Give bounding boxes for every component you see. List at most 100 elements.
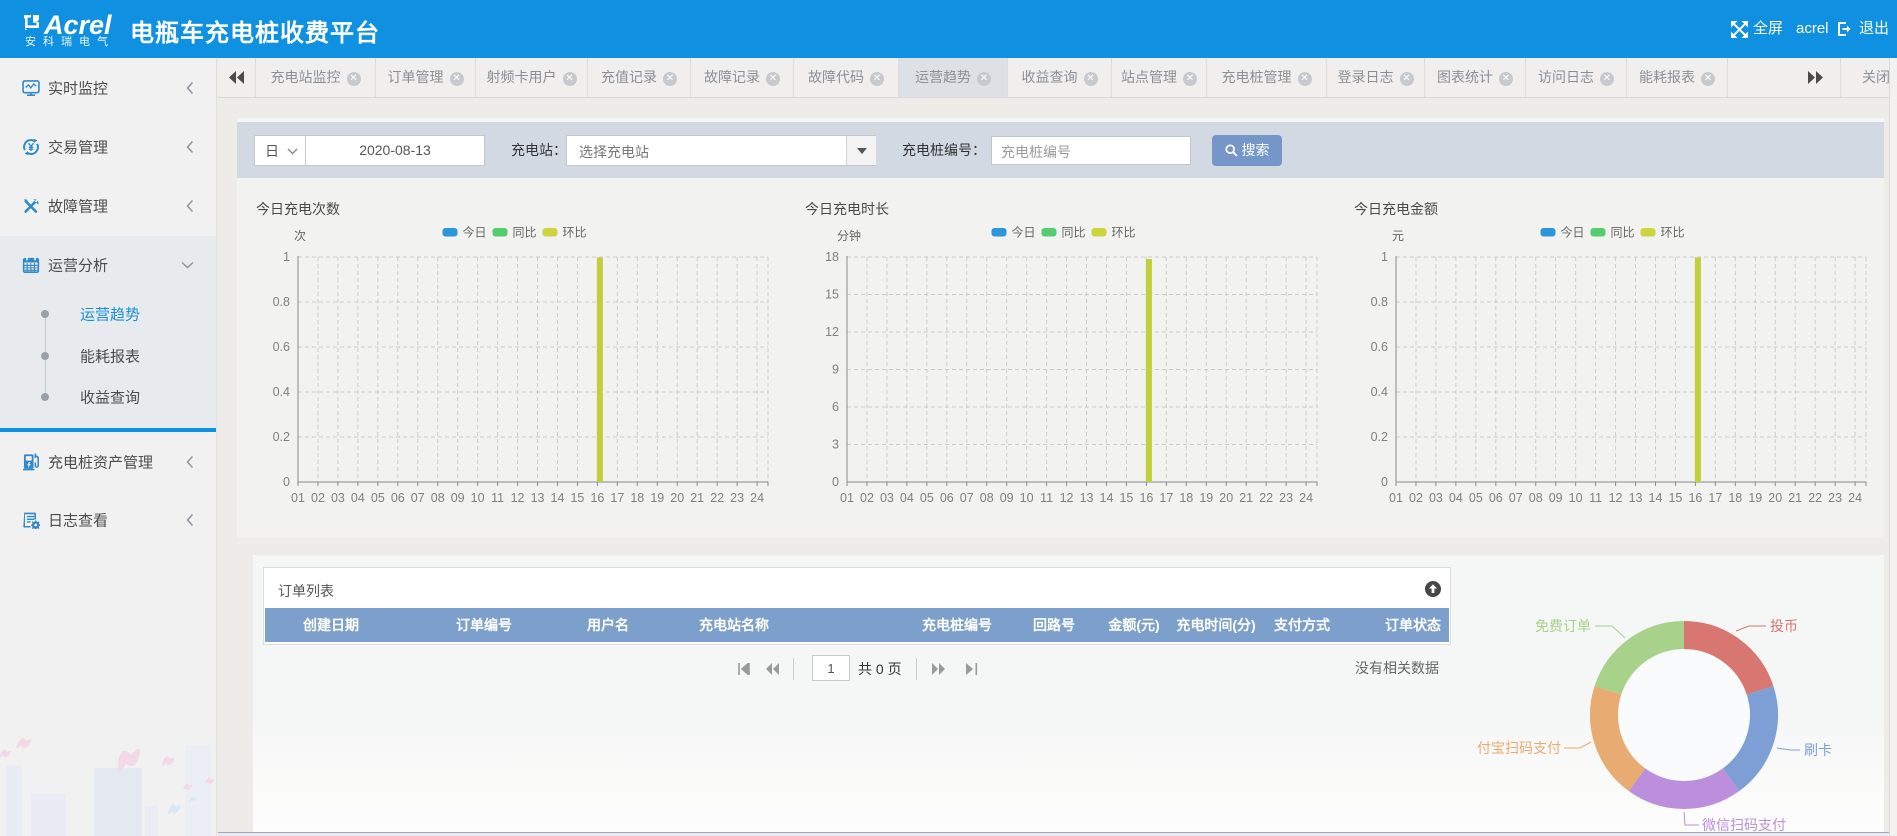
svg-text:刷卡: 刷卡 bbox=[1804, 742, 1832, 758]
svg-text:16: 16 bbox=[1688, 491, 1702, 505]
svg-text:11: 11 bbox=[1589, 491, 1602, 505]
svg-text:05: 05 bbox=[920, 491, 934, 505]
svg-text:23: 23 bbox=[1828, 491, 1842, 505]
svg-text:06: 06 bbox=[1489, 491, 1503, 505]
svg-text:08: 08 bbox=[431, 491, 445, 505]
svg-text:04: 04 bbox=[351, 491, 365, 505]
svg-text:18: 18 bbox=[630, 491, 644, 505]
svg-text:13: 13 bbox=[531, 491, 545, 505]
svg-text:次: 次 bbox=[294, 229, 306, 243]
svg-text:20: 20 bbox=[1219, 491, 1233, 505]
svg-text:同比: 同比 bbox=[1611, 226, 1635, 240]
svg-text:同比: 同比 bbox=[513, 226, 537, 240]
svg-text:21: 21 bbox=[1788, 491, 1802, 505]
svg-text:07: 07 bbox=[1509, 491, 1523, 505]
svg-text:0: 0 bbox=[283, 475, 290, 489]
svg-text:今日: 今日 bbox=[463, 225, 487, 240]
svg-text:13: 13 bbox=[1080, 491, 1094, 505]
svg-text:同比: 同比 bbox=[1062, 226, 1086, 240]
svg-text:05: 05 bbox=[371, 491, 385, 505]
svg-text:01: 01 bbox=[291, 491, 305, 505]
svg-text:微信扫码支付: 微信扫码支付 bbox=[1702, 817, 1786, 833]
svg-text:17: 17 bbox=[1708, 491, 1722, 505]
svg-text:09: 09 bbox=[1000, 491, 1014, 505]
svg-text:06: 06 bbox=[391, 491, 405, 505]
svg-text:12: 12 bbox=[511, 491, 525, 505]
svg-text:13: 13 bbox=[1629, 491, 1643, 505]
svg-text:17: 17 bbox=[1159, 491, 1173, 505]
svg-text:01: 01 bbox=[1389, 491, 1403, 505]
svg-text:21: 21 bbox=[690, 491, 704, 505]
svg-text:18: 18 bbox=[825, 250, 839, 264]
svg-text:16: 16 bbox=[590, 491, 604, 505]
svg-text:0.4: 0.4 bbox=[1371, 385, 1388, 399]
svg-text:22: 22 bbox=[1808, 491, 1822, 505]
svg-text:1: 1 bbox=[283, 250, 290, 264]
svg-text:今日充电时长: 今日充电时长 bbox=[805, 201, 889, 217]
svg-text:09: 09 bbox=[1549, 491, 1563, 505]
svg-text:环比: 环比 bbox=[1661, 226, 1685, 240]
svg-text:15: 15 bbox=[825, 288, 839, 302]
svg-text:07: 07 bbox=[411, 491, 425, 505]
svg-text:19: 19 bbox=[1748, 491, 1762, 505]
svg-text:02: 02 bbox=[311, 491, 325, 505]
svg-text:今日: 今日 bbox=[1012, 225, 1036, 240]
svg-text:01: 01 bbox=[840, 491, 854, 505]
svg-text:07: 07 bbox=[960, 491, 974, 505]
svg-text:24: 24 bbox=[1299, 491, 1313, 505]
svg-text:23: 23 bbox=[1279, 491, 1293, 505]
svg-text:付宝扫码支付: 付宝扫码支付 bbox=[1477, 740, 1561, 756]
svg-text:18: 18 bbox=[1179, 491, 1193, 505]
svg-text:22: 22 bbox=[1259, 491, 1273, 505]
svg-text:03: 03 bbox=[1429, 491, 1443, 505]
svg-text:19: 19 bbox=[1199, 491, 1213, 505]
svg-text:15: 15 bbox=[570, 491, 584, 505]
svg-text:环比: 环比 bbox=[563, 226, 587, 240]
svg-text:21: 21 bbox=[1239, 491, 1253, 505]
svg-text:10: 10 bbox=[471, 491, 485, 505]
svg-text:03: 03 bbox=[331, 491, 345, 505]
svg-text:0: 0 bbox=[832, 475, 839, 489]
svg-text:24: 24 bbox=[750, 491, 764, 505]
svg-text:0.2: 0.2 bbox=[1371, 430, 1388, 444]
svg-text:1: 1 bbox=[1381, 250, 1388, 264]
svg-text:14: 14 bbox=[1649, 491, 1663, 505]
svg-text:14: 14 bbox=[551, 491, 565, 505]
svg-text:0.6: 0.6 bbox=[1371, 340, 1388, 354]
svg-text:投币: 投币 bbox=[1770, 618, 1798, 634]
svg-text:15: 15 bbox=[1119, 491, 1133, 505]
svg-text:12: 12 bbox=[1060, 491, 1074, 505]
svg-text:0.8: 0.8 bbox=[273, 295, 290, 309]
svg-text:06: 06 bbox=[940, 491, 954, 505]
svg-text:3: 3 bbox=[832, 438, 839, 452]
svg-text:0.2: 0.2 bbox=[273, 430, 290, 444]
svg-text:0.6: 0.6 bbox=[273, 340, 290, 354]
svg-text:02: 02 bbox=[860, 491, 874, 505]
svg-text:0: 0 bbox=[1381, 475, 1388, 489]
svg-text:15: 15 bbox=[1668, 491, 1682, 505]
svg-text:18: 18 bbox=[1728, 491, 1742, 505]
svg-text:08: 08 bbox=[1529, 491, 1543, 505]
svg-text:0.4: 0.4 bbox=[273, 385, 290, 399]
svg-text:9: 9 bbox=[832, 363, 839, 377]
svg-text:04: 04 bbox=[1449, 491, 1463, 505]
svg-text:14: 14 bbox=[1100, 491, 1114, 505]
svg-text:今日充电金额: 今日充电金额 bbox=[1354, 201, 1438, 217]
svg-text:08: 08 bbox=[980, 491, 994, 505]
svg-text:19: 19 bbox=[650, 491, 664, 505]
svg-text:今日充电次数: 今日充电次数 bbox=[256, 201, 340, 217]
svg-text:0.8: 0.8 bbox=[1371, 295, 1388, 309]
svg-text:16: 16 bbox=[1139, 491, 1153, 505]
svg-text:17: 17 bbox=[610, 491, 624, 505]
svg-text:20: 20 bbox=[1768, 491, 1782, 505]
svg-text:24: 24 bbox=[1848, 491, 1862, 505]
svg-text:04: 04 bbox=[900, 491, 914, 505]
svg-text:20: 20 bbox=[670, 491, 684, 505]
svg-text:11: 11 bbox=[491, 491, 504, 505]
svg-text:10: 10 bbox=[1569, 491, 1583, 505]
svg-text:免费订单: 免费订单 bbox=[1535, 618, 1591, 634]
svg-text:今日: 今日 bbox=[1561, 225, 1585, 240]
svg-text:10: 10 bbox=[1020, 491, 1034, 505]
svg-text:02: 02 bbox=[1409, 491, 1423, 505]
svg-text:23: 23 bbox=[730, 491, 744, 505]
